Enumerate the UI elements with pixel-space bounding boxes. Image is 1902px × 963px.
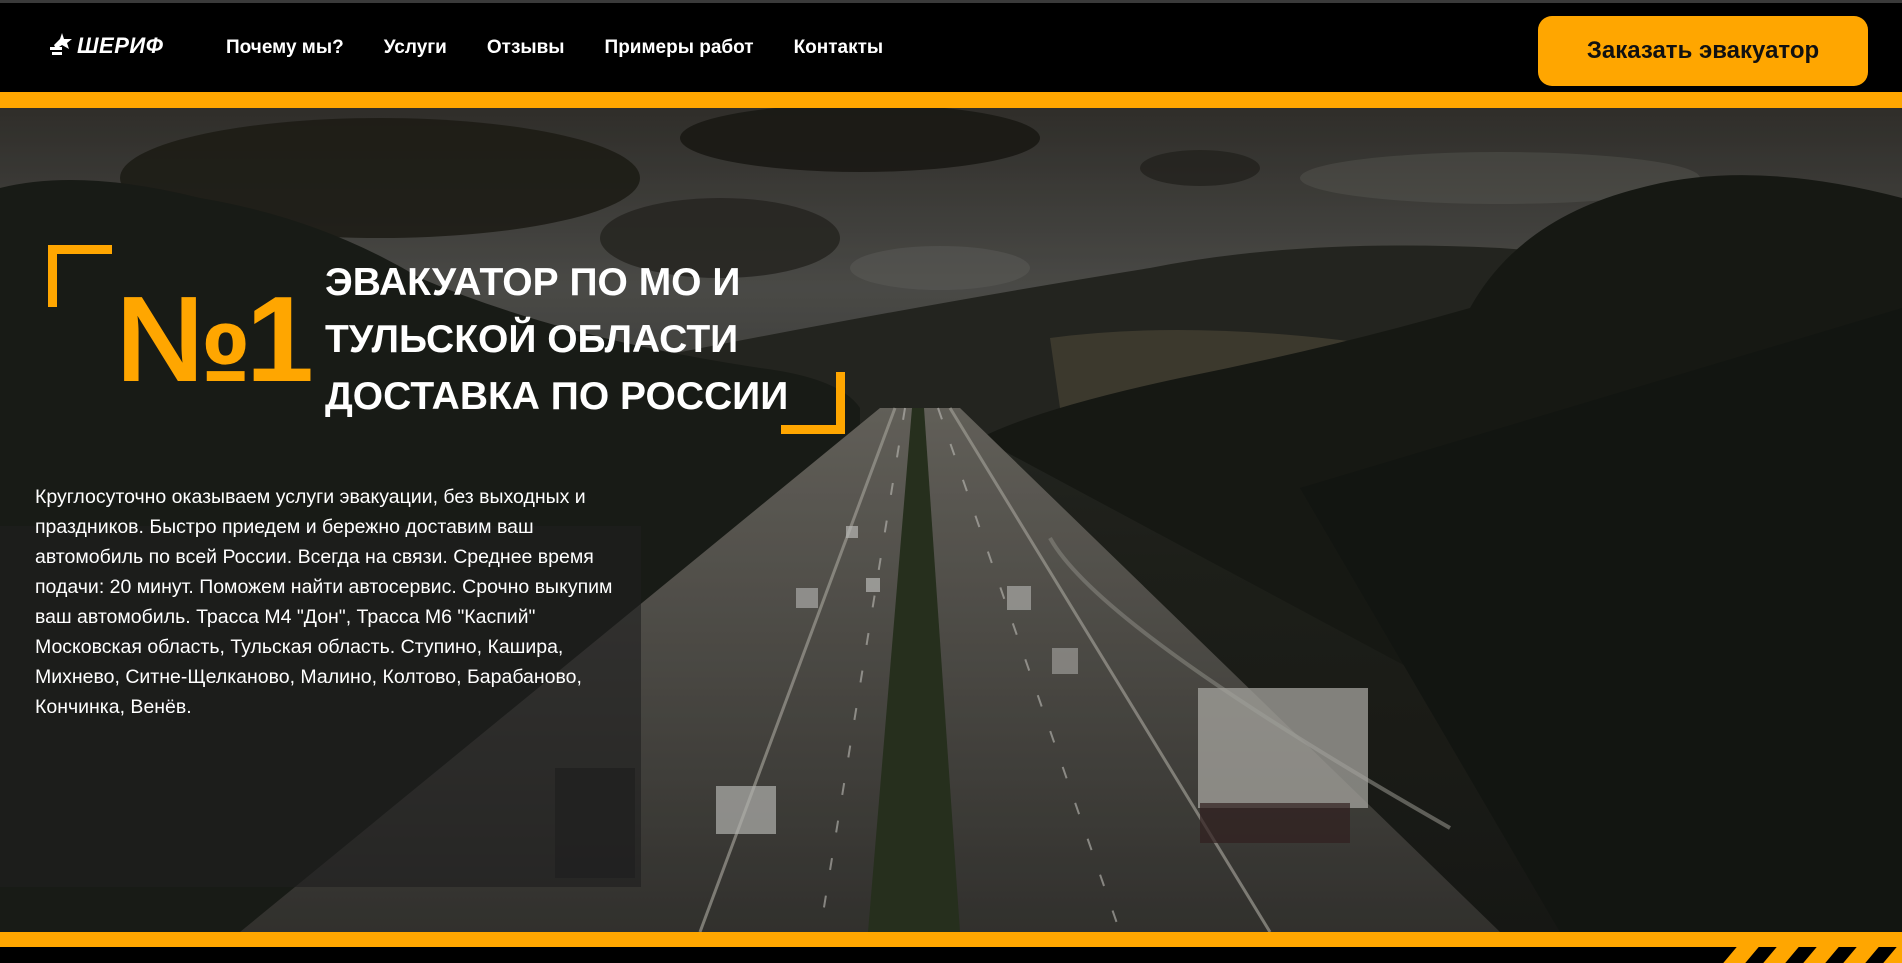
logo[interactable]: ШЕРИФ [50, 29, 165, 63]
bottom-accent-stripe [0, 932, 1902, 947]
site-header: ШЕРИФ Почему мы? Услуги Отзывы Примеры р… [0, 3, 1902, 92]
hero-headline: ЭВАКУАТОР ПО МО И ТУЛЬСКОЙ ОБЛАСТИ ДОСТА… [325, 254, 845, 425]
number-one: №1 [116, 271, 314, 407]
nav-item-why-us[interactable]: Почему мы? [226, 37, 344, 59]
headline-line-3: ДОСТАВКА ПО РОССИИ [325, 375, 789, 418]
bracket-bottom-right [781, 372, 845, 434]
nav-item-reviews[interactable]: Отзывы [487, 37, 565, 59]
sheriff-logo-icon [50, 33, 72, 55]
hazard-stripes [1720, 947, 1902, 963]
order-tow-truck-button[interactable]: Заказать эвакуатор [1538, 16, 1868, 86]
hero-description: Круглосуточно оказываем услуги эвакуации… [35, 486, 613, 718]
logo-text: ШЕРИФ [77, 33, 164, 58]
headline-line-2: ТУЛЬСКОЙ ОБЛАСТИ [325, 318, 739, 361]
nav-item-portfolio[interactable]: Примеры работ [605, 37, 754, 59]
nav-item-contacts[interactable]: Контакты [794, 37, 884, 59]
bracket-top-left [48, 245, 112, 307]
header-accent-stripe [0, 92, 1902, 108]
main-nav: Почему мы? Услуги Отзывы Примеры работ К… [226, 37, 923, 59]
nav-item-services[interactable]: Услуги [384, 37, 447, 59]
headline-line-1: ЭВАКУАТОР ПО МО И [325, 261, 741, 304]
bottom-border [0, 947, 1902, 963]
